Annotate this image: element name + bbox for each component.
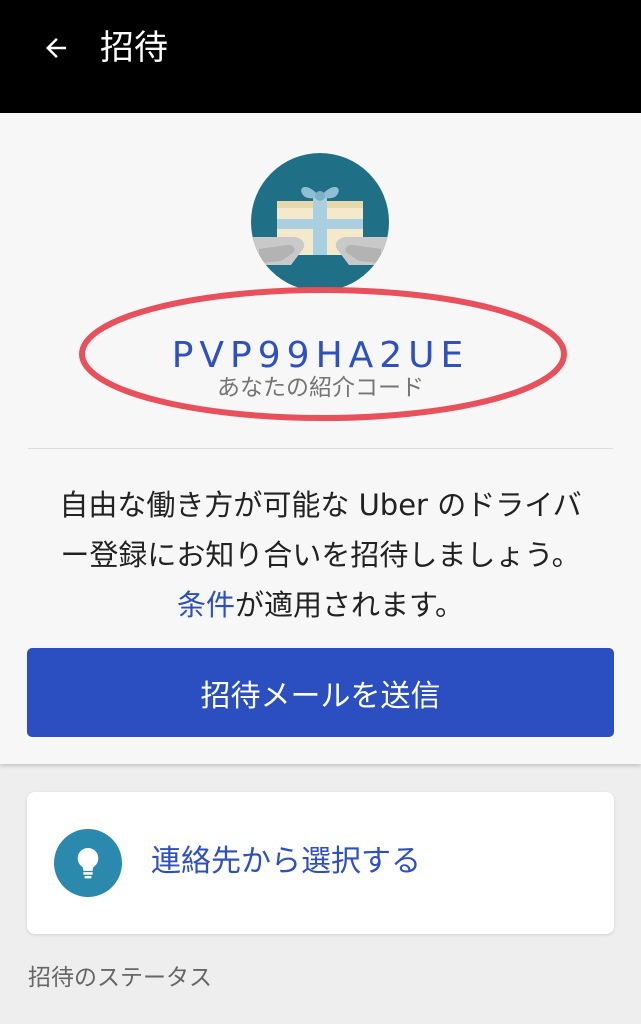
page-title: 招待 — [100, 28, 168, 68]
invite-status-heading: 招待のステータス — [28, 965, 212, 991]
description-line-1: 自由な働き方が可能な Uber のドライバ — [59, 488, 582, 522]
invite-description: 自由な働き方が可能な Uber のドライバ ー登録にお知り合いを招待しましょう。… — [0, 480, 641, 630]
send-invite-email-button[interactable]: 招待メールを送信 — [27, 648, 614, 737]
terms-link[interactable]: 条件 — [177, 588, 235, 622]
invite-card: PVP99HA2UE あなたの紹介コード 自由な働き方が可能な Uber のドラ… — [0, 113, 641, 764]
select-from-contacts-button[interactable]: 連絡先から選択する — [27, 792, 614, 934]
lightbulb-icon — [54, 829, 122, 897]
arrow-left-icon — [46, 38, 66, 58]
divider — [28, 448, 613, 449]
description-line-3: 条件が適用されます。 — [0, 580, 641, 630]
gift-hands-icon — [251, 153, 389, 291]
description-line-2: ー登録にお知り合いを招待しましょう。 — [60, 538, 581, 572]
terms-suffix: が適用されます。 — [234, 588, 465, 622]
back-button[interactable] — [28, 22, 84, 74]
app-bar: 招待 — [0, 0, 641, 113]
contacts-label: 連絡先から選択する — [151, 844, 421, 879]
referral-code-label: あなたの紹介コード — [217, 375, 424, 401]
